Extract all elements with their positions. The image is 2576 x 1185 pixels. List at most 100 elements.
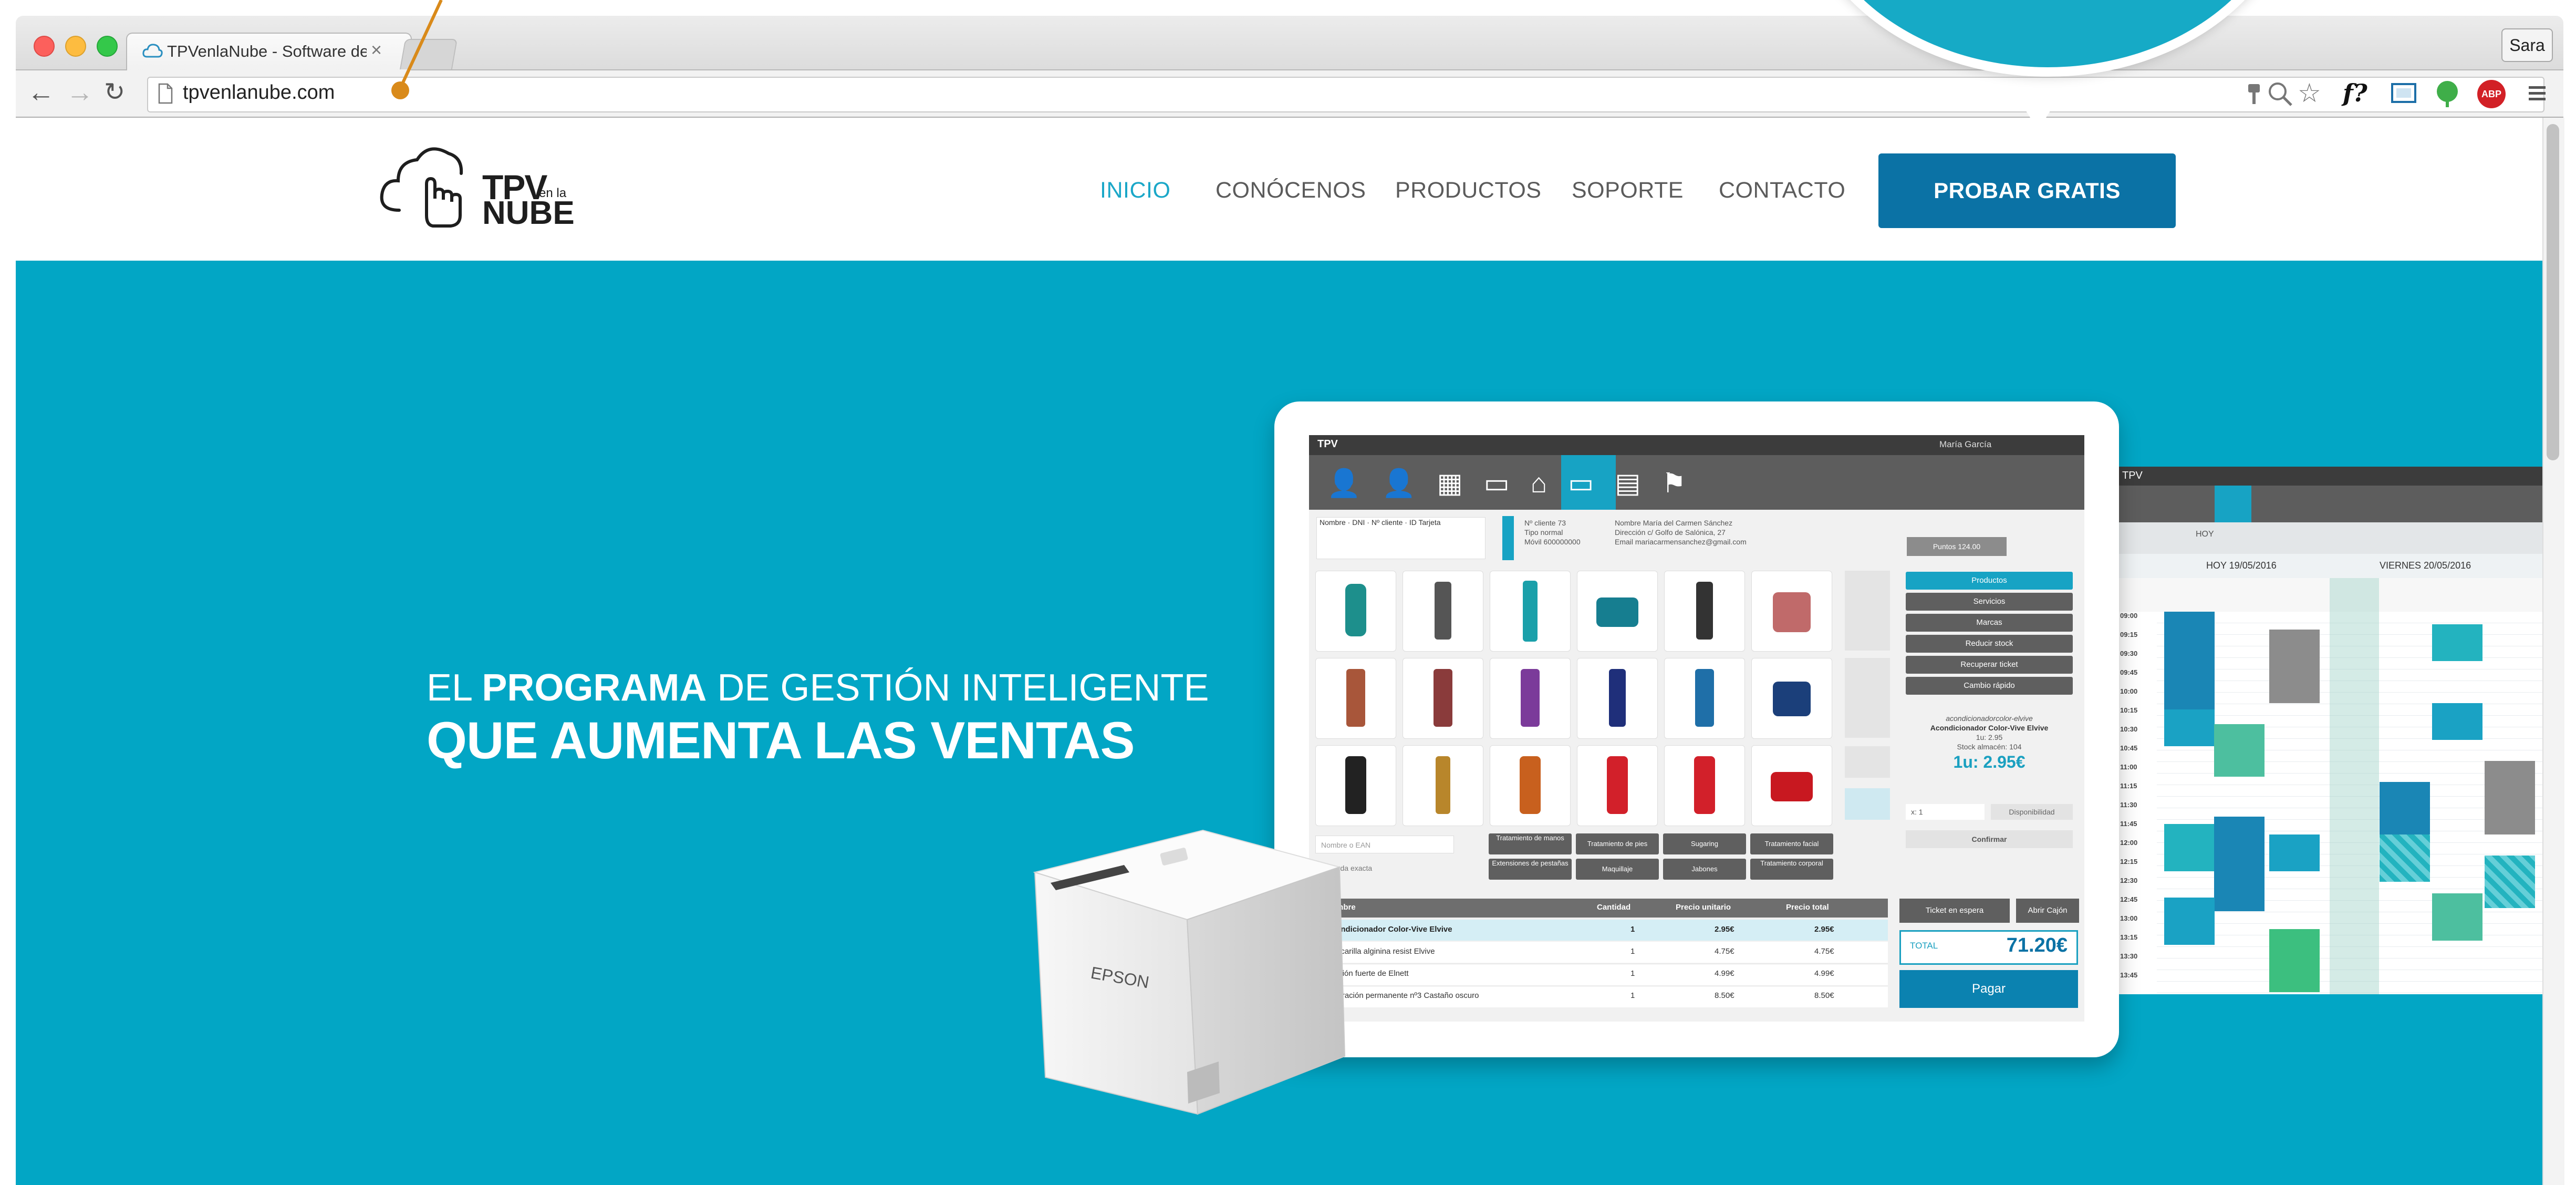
appointment-block <box>2432 624 2482 661</box>
service-category-buttons: Tratamiento de manos Tratamiento de pies… <box>1489 833 1835 881</box>
agenda-time-label: 13:15 <box>2120 933 2138 941</box>
agenda-time-label: 09:00 <box>2120 612 2138 620</box>
agenda-day2: VIERNES 20/05/2016 <box>2380 560 2471 571</box>
pos-points: Puntos 124.00 <box>1907 537 2007 556</box>
scrollbar-thumb[interactable] <box>2547 124 2559 460</box>
profile-button[interactable]: Sara <box>2501 28 2553 62</box>
maximize-window-button[interactable] <box>97 36 118 57</box>
agenda-time-label: 12:15 <box>2120 858 2138 865</box>
nav-conocenos[interactable]: CONÓCENOS <box>1216 178 1366 203</box>
agenda-time-label: 10:15 <box>2120 706 2138 714</box>
agenda-time-label: 13:00 <box>2120 914 2138 922</box>
pos-client-ids: Nº cliente 73 Tipo normal Móvil 600000000 <box>1524 519 1581 546</box>
nav-inicio[interactable]: INICIO <box>1100 178 1170 203</box>
agenda-time-label: 12:45 <box>2120 895 2138 903</box>
appointment-block <box>2432 893 2482 941</box>
url-text[interactable]: tpvenlanube.com <box>183 81 335 104</box>
pos-search-labels: Nombre · DNI · Nº cliente · ID Tarjeta <box>1320 518 1441 527</box>
grid-scroll-down-button <box>1845 658 1890 738</box>
agenda-time-label: 10:30 <box>2120 725 2138 733</box>
pos-top-label: TPV <box>1317 438 1338 450</box>
agenda-time-label: 11:00 <box>2120 763 2137 771</box>
agenda-time-label: 13:45 <box>2120 971 2138 979</box>
cat-reducir-stock: Reducir stock <box>1906 635 2073 653</box>
minimize-window-button[interactable] <box>65 36 86 57</box>
agenda-time-label: 11:30 <box>2120 801 2137 809</box>
agenda-time-column: 09:00 09:15 09:30 09:45 10:00 10:15 10:30 10:45… <box>2117 612 2157 994</box>
appointment-block <box>2485 856 2535 908</box>
agenda-time-label: 10:00 <box>2120 687 2138 695</box>
agenda-time-label: 10:45 <box>2120 744 2138 752</box>
nav-productos[interactable]: PRODUCTOS <box>1395 178 1541 203</box>
agenda-time-label: 12:00 <box>2120 839 2138 847</box>
adblock-icon[interactable]: ABP <box>2477 80 2506 108</box>
image-view-button <box>1845 746 1890 778</box>
col-precio-unitario: Precio unitario <box>1676 903 1731 912</box>
confirm-button: Confirmar <box>1906 830 2073 848</box>
tab-title: TPVenlaNube - Software de <box>167 42 367 60</box>
appointment-block <box>2380 782 2430 834</box>
cat-recuperar-ticket: Recuperar ticket <box>1906 656 2073 674</box>
text-view-button <box>1845 788 1890 820</box>
qty-field: x: 1 <box>1906 804 1985 820</box>
appointment-block <box>2269 834 2320 871</box>
col-precio-total: Precio total <box>1786 903 1829 912</box>
grid-scroll-up-button <box>1845 571 1890 651</box>
menu-icon[interactable] <box>2527 83 2548 104</box>
appointment-block <box>2164 824 2215 871</box>
appointment-block <box>2214 724 2265 777</box>
font-f-icon[interactable]: f? <box>2343 79 2367 107</box>
address-bar[interactable] <box>147 77 2544 112</box>
agenda-time-label: 13:30 <box>2120 952 2138 960</box>
agenda-top-label: TPV <box>2122 470 2143 481</box>
key-icon[interactable] <box>2246 82 2262 107</box>
pos-client-details: Nombre María del Carmen Sánchez Dirección… <box>1615 519 1747 546</box>
favicon-cloud-icon <box>142 44 163 58</box>
agenda-time-label: 11:15 <box>2120 782 2137 790</box>
epson-printer-image <box>1033 829 1346 1115</box>
product-grid <box>1315 571 1835 831</box>
back-arrow-icon[interactable]: ← <box>27 77 55 108</box>
product-detail: acondicionadorcolor-elvive Acondicionado… <box>1930 714 2049 751</box>
close-window-button[interactable] <box>34 36 55 57</box>
cat-cambio-rapido: Cambio rápido <box>1906 677 2073 695</box>
cat-marcas: Marcas <box>1906 614 2073 632</box>
zoom-icon[interactable] <box>2267 81 2294 107</box>
agenda-time-label: 09:15 <box>2120 631 2138 638</box>
pos-top-user: María García <box>1939 439 1992 449</box>
hero-subtitle: EL PROGRAMA DE GESTIÓN INTELIGENTE <box>427 667 1209 709</box>
screen-icon[interactable] <box>2389 80 2418 107</box>
agenda-today-button: HOY <box>2196 530 2214 539</box>
appointment-block <box>2164 898 2215 945</box>
pos-client-marker <box>1502 516 1514 560</box>
pay-button: Pagar <box>1899 970 2078 1008</box>
logo-text-nube: NUBE <box>482 195 575 231</box>
open-drawer-button: Abrir Cajón <box>2016 899 2079 923</box>
page-icon <box>158 83 173 104</box>
total-label: TOTAL <box>1910 941 1938 951</box>
reload-icon[interactable]: ↻ <box>104 77 125 108</box>
tab-close-icon[interactable]: × <box>371 39 382 61</box>
appointment-block <box>2269 630 2320 703</box>
appointment-block <box>2485 761 2535 834</box>
total-value: 71.20€ <box>2006 934 2068 956</box>
cat-productos: Productos <box>1906 572 2073 590</box>
nav-contacto[interactable]: CONTACTO <box>1719 178 1845 203</box>
appointment-block <box>2164 709 2215 746</box>
probar-gratis-button[interactable]: PROBAR GRATIS <box>1878 153 2176 228</box>
agenda-time-label: 09:30 <box>2120 650 2138 657</box>
bookmark-star-icon[interactable]: ☆ <box>2298 79 2321 107</box>
appointment-block <box>2164 612 2215 712</box>
product-price: 1u: 2.95€ <box>1953 753 2026 771</box>
appointment-block <box>2214 817 2265 911</box>
nav-soporte[interactable]: SOPORTE <box>1572 178 1684 203</box>
col-cantidad: Cantidad <box>1597 903 1631 912</box>
leaf-icon[interactable] <box>2434 79 2460 108</box>
forward-arrow-icon[interactable]: → <box>66 77 94 108</box>
appointment-block <box>2432 703 2482 740</box>
cat-servicios: Servicios <box>1906 593 2073 611</box>
agenda-screen-image: TPV HOY HOY 19/05/2016 VIERNES 20/05/201… <box>2117 467 2548 994</box>
hero-title: QUE AUMENTA LAS VENTAS <box>427 711 1135 769</box>
availability-button: Disponibilidad <box>1991 804 2073 820</box>
appointment-block <box>2380 834 2430 882</box>
